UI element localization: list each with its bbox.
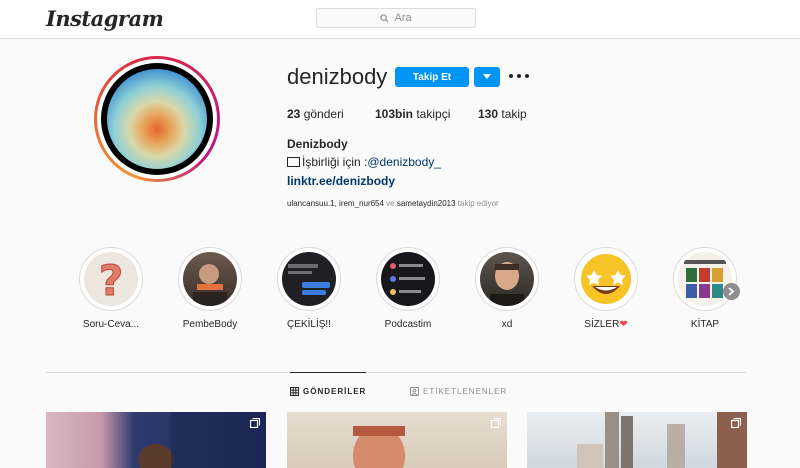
question-mark-icon: ?	[84, 252, 138, 306]
post-thumbnail[interactable]	[527, 412, 747, 468]
person-photo-icon	[183, 252, 237, 306]
more-options-icon[interactable]	[509, 70, 529, 82]
highlight-label: Soru-Ceva...	[82, 319, 140, 330]
book-collage-icon	[678, 252, 732, 306]
tab-label: ETİKETLENENLER	[423, 387, 508, 396]
highlight-label: SİZLER❤	[584, 319, 628, 330]
highlight-label: Podcastim	[384, 319, 432, 330]
highlight-label: ÇEKİLİŞ!!	[287, 319, 331, 330]
section-divider	[46, 372, 746, 373]
top-navigation-bar: Instagram Ara	[0, 0, 800, 39]
following-stat[interactable]: 130 takip	[478, 107, 527, 121]
avatar-image	[107, 69, 207, 169]
suggestions-dropdown-button[interactable]	[474, 67, 500, 87]
envelope-icon	[287, 157, 300, 167]
tab-tagged[interactable]: ETİKETLENENLER	[410, 387, 507, 396]
search-icon	[380, 13, 389, 23]
profile-full-name: Denizbody	[287, 137, 348, 151]
highlight-label: PembeBody	[182, 319, 238, 330]
posts-stat: 23 gönderi	[287, 107, 344, 121]
highlight-item[interactable]: SİZLER❤	[574, 247, 638, 330]
search-placeholder: Ara	[394, 12, 412, 24]
instagram-logo[interactable]: Instagram	[46, 6, 164, 31]
chat-screenshot-icon	[282, 252, 336, 306]
podcast-screenshot-icon	[381, 252, 435, 306]
tab-label: GÖNDERİLER	[303, 387, 367, 396]
chevron-down-icon	[483, 74, 491, 79]
profile-avatar[interactable]	[94, 56, 220, 182]
followed-by-text[interactable]: ulancansuu.1, irem_nur654 ve sametaydin2…	[287, 199, 499, 208]
search-input[interactable]: Ara	[316, 8, 476, 28]
post-thumbnail[interactable]	[46, 412, 266, 468]
highlight-item[interactable]: xd	[475, 247, 539, 330]
grid-icon	[290, 387, 299, 396]
chevron-right-icon	[728, 287, 735, 296]
person-photo-icon	[480, 252, 534, 306]
followers-stat[interactable]: 103bin takipçi	[375, 107, 450, 121]
highlight-item[interactable]: ÇEKİLİŞ!!	[277, 247, 341, 330]
highlight-label: KİTAP	[690, 319, 720, 330]
highlight-item[interactable]: ? Soru-Ceva...	[79, 247, 143, 330]
follow-button[interactable]: Takip Et	[395, 67, 469, 87]
post-thumbnail[interactable]	[287, 412, 507, 468]
bio-mention-link[interactable]: @denizbody_	[367, 155, 441, 169]
highlights-next-button[interactable]	[723, 283, 740, 300]
highlight-item[interactable]: Podcastim	[376, 247, 440, 330]
tagged-icon	[410, 387, 419, 396]
highlight-label: xd	[501, 319, 513, 330]
carousel-icon	[731, 418, 741, 428]
svg-text:?: ?	[99, 256, 123, 305]
highlight-item[interactable]: PembeBody	[178, 247, 242, 330]
highlight-item[interactable]: KİTAP	[673, 247, 737, 330]
star-struck-emoji-icon	[579, 252, 633, 306]
carousel-icon	[250, 418, 260, 428]
bio-external-link[interactable]: linktr.ee/denizbody	[287, 174, 395, 188]
profile-bio: İşbirliği için : @denizbody_	[287, 155, 441, 169]
red-heart-icon: ❤	[619, 319, 628, 330]
tab-posts[interactable]: GÖNDERİLER	[290, 372, 367, 396]
carousel-icon	[491, 418, 501, 428]
profile-username: denizbody	[287, 64, 388, 89]
